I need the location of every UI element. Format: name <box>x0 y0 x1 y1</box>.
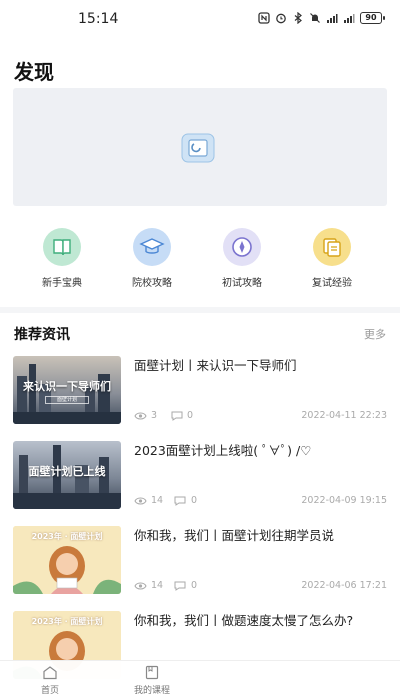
nav-label: 复试经验 <box>312 278 352 289</box>
news-title: 面壁计划丨来认识一下导师们 <box>134 358 297 373</box>
thumbnail-caption: 来认识一下导师们 <box>23 380 111 393</box>
compass-icon <box>232 237 252 257</box>
tab-label: 我的课程 <box>133 686 170 696</box>
page-title: 发现 <box>14 60 54 84</box>
news-date: 2022-04-11 22:23 <box>301 410 387 421</box>
comment-count: 0 <box>191 580 198 591</box>
section-title: 推荐资讯 <box>14 327 70 343</box>
news-thumbnail: 2023年 · 面壁计划 <box>13 526 121 594</box>
news-meta: 14 0 2022-04-09 19:15 <box>134 495 387 509</box>
nav-icon-bg <box>43 228 81 266</box>
comment-count: 0 <box>187 410 194 421</box>
nav-label: 院校攻略 <box>132 278 172 289</box>
view-count: 3 <box>151 410 158 421</box>
comment-count: 0 <box>191 495 198 506</box>
news-date: 2022-04-06 17:21 <box>301 580 387 591</box>
signal-icon-2 <box>344 14 355 23</box>
nav-label: 初试攻略 <box>222 278 262 289</box>
news-title: 你和我，我们丨面壁计划往期学员说 <box>134 528 335 543</box>
book-icon <box>53 239 71 256</box>
nfc-icon <box>258 12 270 24</box>
quick-nav: 新手宝典 院校攻略 初试攻略 复试经验 <box>0 228 400 294</box>
view-count: 14 <box>151 495 164 506</box>
nav-item-school-guide[interactable]: 院校攻略 <box>112 228 192 289</box>
nav-icon-bg <box>313 228 351 266</box>
nav-item-retest[interactable]: 复试经验 <box>292 228 372 289</box>
news-meta: 14 0 2022-04-06 17:21 <box>134 580 387 594</box>
documents-icon <box>323 238 341 257</box>
battery-icon: 90 <box>360 12 385 24</box>
status-bar: 15:14 90 <box>0 0 400 40</box>
eye-icon <box>134 412 147 420</box>
banner[interactable] <box>13 88 387 206</box>
news-item[interactable]: 面壁计划已上线 2023面壁计划上线啦( ﾟ∀ﾟ) /♡ 14 0 2022-0… <box>13 441 387 513</box>
nav-icon-bg <box>223 228 261 266</box>
signal-icon <box>327 14 338 23</box>
nav-item-newbie-guide[interactable]: 新手宝典 <box>22 228 102 289</box>
graduation-cap-icon <box>139 238 165 254</box>
comment-icon <box>174 581 186 591</box>
news-thumbnail: 面壁计划已上线 <box>13 441 121 509</box>
course-icon <box>145 665 159 680</box>
news-item[interactable]: 来认识一下导师们 面壁计划 面壁计划丨来认识一下导师们 3 0 2022-04-… <box>13 356 387 428</box>
tab-my-courses[interactable]: 我的课程 <box>112 665 192 696</box>
news-thumbnail: 来认识一下导师们 面壁计划 <box>13 356 121 424</box>
tab-bar: 首页 我的课程 <box>0 660 400 700</box>
news-meta: 3 0 2022-04-11 22:23 <box>134 410 387 424</box>
bluetooth-icon <box>294 12 302 24</box>
section-header: 推荐资讯 更多 <box>0 318 400 348</box>
nav-item-first-exam[interactable]: 初试攻略 <box>202 228 282 289</box>
eye-icon <box>134 582 147 590</box>
status-time: 15:14 <box>78 11 119 27</box>
image-placeholder-icon <box>181 133 215 163</box>
thumbnail-caption: 2023年 · 面壁计划 <box>31 617 103 626</box>
nav-icon-bg <box>133 228 171 266</box>
alarm-icon <box>276 13 286 24</box>
news-title: 2023面壁计划上线啦( ﾟ∀ﾟ) /♡ <box>134 443 312 458</box>
view-count: 14 <box>151 580 164 591</box>
news-title: 你和我，我们丨做题速度太慢了怎么办? <box>134 613 354 628</box>
nav-label: 新手宝典 <box>42 278 82 289</box>
eye-icon <box>134 497 147 505</box>
thumbnail-caption: 面壁计划已上线 <box>28 465 106 478</box>
status-icons: 90 <box>258 12 385 24</box>
comment-icon <box>171 411 183 421</box>
section-divider <box>0 307 400 313</box>
home-icon <box>43 666 57 680</box>
tab-home[interactable]: 首页 <box>10 665 90 696</box>
news-item[interactable]: 2023年 · 面壁计划 你和我，我们丨面壁计划往期学员说 14 0 2022-… <box>13 526 387 598</box>
tab-label: 首页 <box>40 686 59 696</box>
thumbnail-caption: 2023年 · 面壁计划 <box>31 532 103 541</box>
mute-icon <box>310 13 320 23</box>
news-date: 2022-04-09 19:15 <box>301 495 387 506</box>
thumbnail-subcaption: 面壁计划 <box>45 396 89 404</box>
comment-icon <box>174 496 186 506</box>
more-link[interactable]: 更多 <box>364 326 386 342</box>
